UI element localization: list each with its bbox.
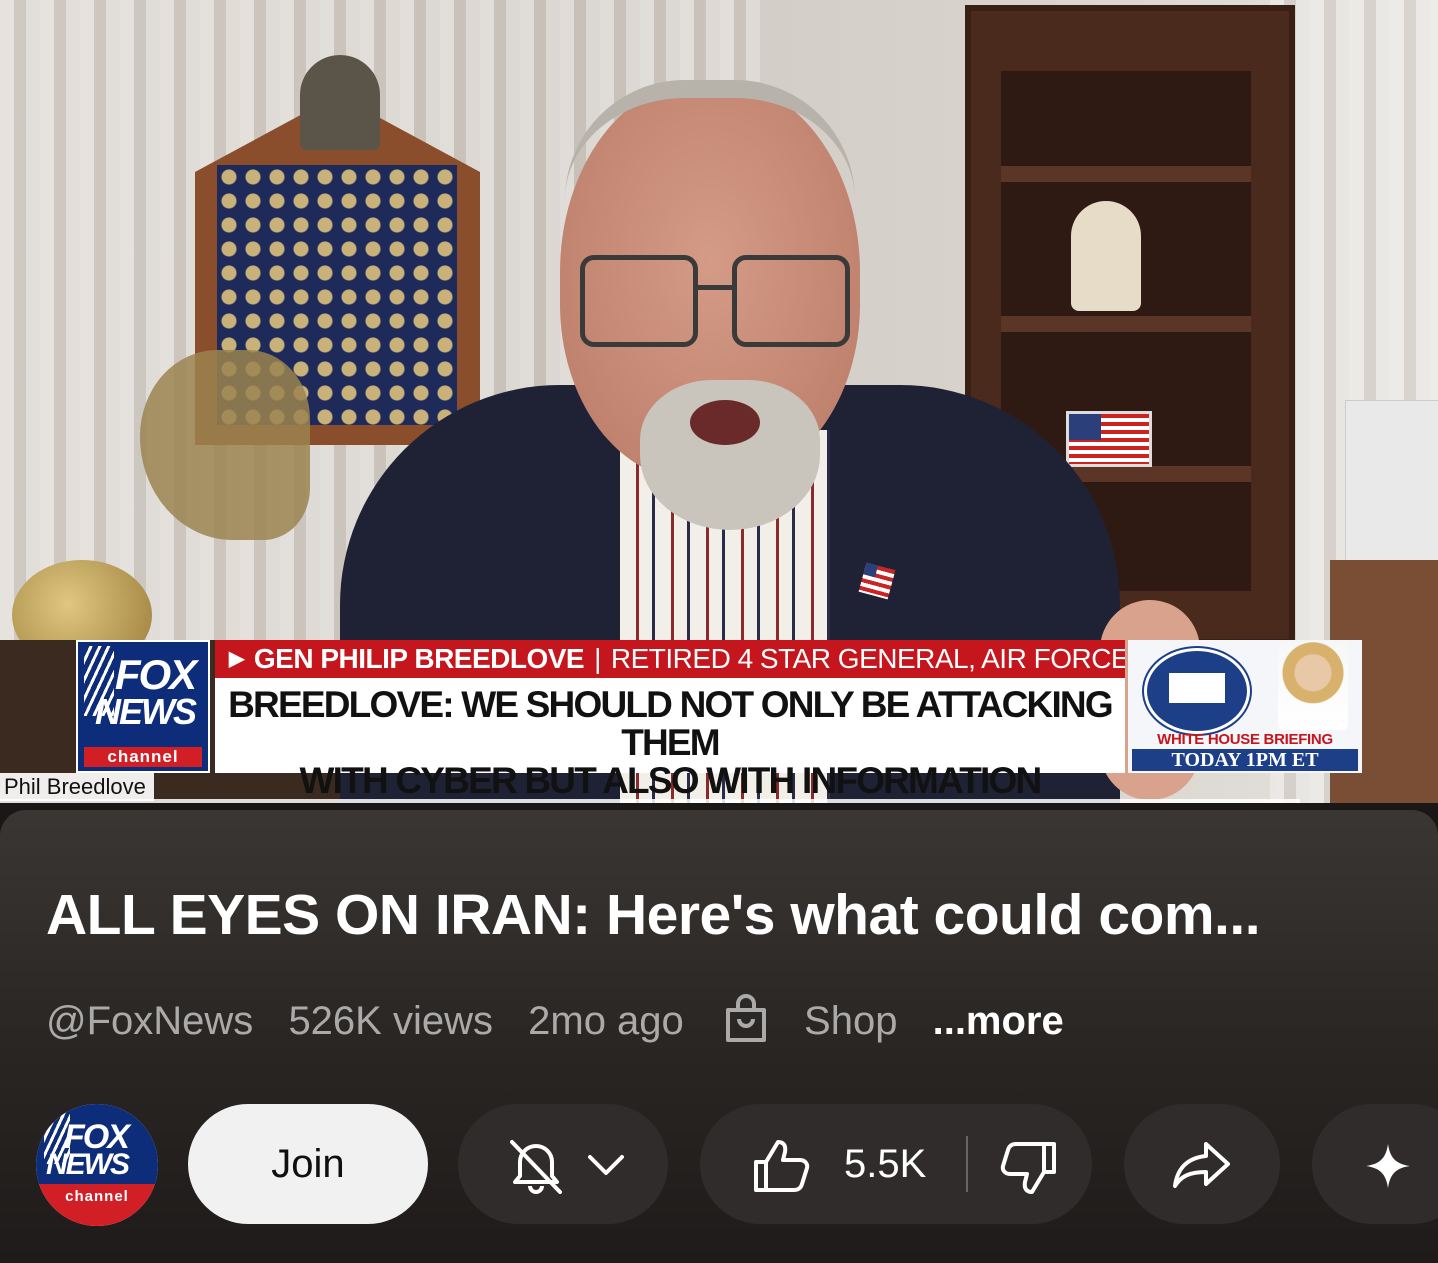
- view-count: 526K views: [288, 999, 493, 1043]
- white-house-promo: WHITE HOUSE BRIEFING TODAY 1PM ET: [1128, 640, 1362, 773]
- ask-ai-button[interactable]: [1312, 1104, 1438, 1224]
- like-divider: [966, 1136, 968, 1192]
- like-dislike-group: 5.5K: [700, 1104, 1092, 1224]
- upload-age: 2mo ago: [528, 999, 684, 1043]
- join-button[interactable]: Join: [188, 1104, 428, 1224]
- baseball-cap: [300, 55, 380, 150]
- fox-news-logo: FOX NEWS channel: [76, 640, 210, 773]
- bell-off-icon: [510, 1140, 562, 1194]
- anchor-portrait: [1278, 642, 1348, 730]
- lower-third-name-bar: ▶ GEN PHILIP BREEDLOVE | RETIRED 4 STAR GEN…: [215, 640, 1125, 678]
- promo-time: TODAY 1PM ET: [1132, 749, 1358, 771]
- shop-link[interactable]: Shop: [804, 994, 897, 1048]
- lower-third: ▶ GEN PHILIP BREEDLOVE | RETIRED 4 STAR GEN…: [215, 640, 1125, 804]
- video-meta-row[interactable]: @FoxNews 526K views 2mo ago Shop ...more: [46, 994, 1064, 1048]
- guest-name: GEN PHILIP BREEDLOVE: [253, 643, 585, 674]
- share-icon: [1173, 1142, 1230, 1188]
- thumbs-up-icon[interactable]: [752, 1138, 810, 1194]
- name-separator: |: [594, 643, 601, 674]
- shopping-bag-icon[interactable]: [723, 994, 769, 1048]
- video-progress-bar[interactable]: [0, 799, 1300, 803]
- share-button[interactable]: [1124, 1104, 1280, 1224]
- play-arrow-icon: ▶: [229, 648, 244, 670]
- channel-avatar[interactable]: FOX NEWS channel: [36, 1104, 158, 1226]
- speaker-mouth: [690, 400, 760, 445]
- headline-line-1: BREEDLOVE: WE SHOULD NOT ONLY BE ATTACKI…: [228, 684, 1114, 763]
- speaker-glasses: [580, 255, 850, 350]
- more-link[interactable]: ...more: [933, 994, 1064, 1048]
- like-count: 5.5K: [844, 1142, 927, 1186]
- video-player[interactable]: FOX NEWS channel ▶ GEN PHILIP BREEDLOVE | R…: [0, 0, 1438, 803]
- sparkle-icon: [1366, 1144, 1410, 1188]
- printer: [1345, 400, 1438, 582]
- chevron-down-icon: [588, 1155, 624, 1175]
- notification-button[interactable]: [458, 1104, 668, 1224]
- caller-name-tag: Phil Breedlove: [0, 773, 154, 801]
- thumbs-down-icon[interactable]: [1000, 1140, 1058, 1196]
- lower-third-headline: BREEDLOVE: WE SHOULD NOT ONLY BE ATTACKI…: [215, 680, 1125, 804]
- guest-role: RETIRED 4 STAR GENERAL, AIR FORCE: [610, 643, 1125, 674]
- channel-handle[interactable]: @FoxNews: [46, 994, 253, 1048]
- video-title[interactable]: ALL EYES ON IRAN: Here's what could com.…: [46, 880, 1406, 950]
- headline-line-2: WITH CYBER BUT ALSO WITH INFORMATION WAR…: [299, 760, 1043, 804]
- promo-caption: WHITE HOUSE BRIEFING: [1157, 731, 1333, 748]
- white-house-seal-icon: [1144, 648, 1250, 734]
